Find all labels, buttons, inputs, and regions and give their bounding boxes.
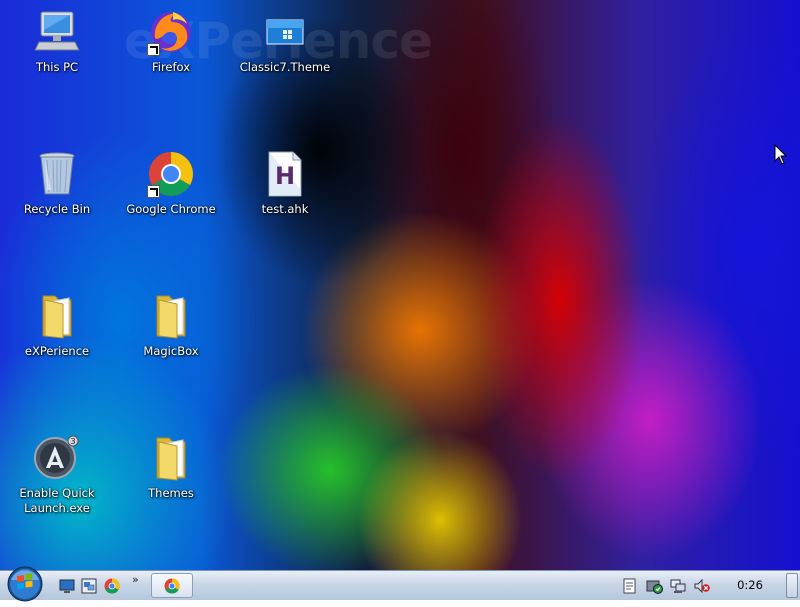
taskbar: » 0:26 (0, 566, 800, 602)
network-icon (670, 579, 686, 593)
volume-muted-icon (694, 578, 710, 594)
chrome-icon (104, 578, 120, 594)
folder-icon (147, 434, 195, 482)
quick-launch-show-desktop[interactable] (59, 578, 75, 594)
shortcut-arrow-icon (147, 43, 160, 56)
theme-file-icon (261, 8, 309, 56)
tray-network[interactable] (670, 578, 686, 594)
tray-notes[interactable] (622, 578, 638, 594)
desktop-icon-experience-folder[interactable]: eXPerience (7, 292, 107, 359)
desktop-icon-label: Google Chrome (126, 202, 216, 216)
taskbar-button-chrome[interactable] (151, 573, 193, 598)
mouse-cursor-icon (774, 144, 788, 165)
desktop-icon-label: Firefox (151, 60, 191, 74)
desktop-icon-label: MagicBox (143, 344, 199, 358)
quick-launch-exe-icon: 3 (33, 434, 81, 482)
chrome-icon (147, 150, 195, 198)
desktop-icon-enable-quick-launch[interactable]: 3 Enable Quick Launch.exe (7, 434, 107, 516)
desktop-icon-label: Classic7.Theme (239, 60, 331, 74)
desktop-icon-firefox[interactable]: Firefox (121, 8, 221, 75)
show-desktop-button[interactable] (786, 573, 798, 598)
start-orb-icon (7, 566, 43, 602)
desktop-icon-label: Themes (148, 486, 194, 500)
recycle-bin-icon (33, 150, 81, 198)
desktop-icon-classic7-theme[interactable]: Classic7.Theme (235, 8, 335, 75)
desktop-icon-label: Enable Quick Launch.exe (19, 486, 95, 515)
firefox-icon (147, 8, 195, 56)
switch-windows-icon (81, 578, 97, 594)
quick-launch-chrome[interactable] (104, 578, 120, 594)
desktop-icon-this-pc[interactable]: This PC (7, 8, 107, 75)
desktop-icon-label: eXPerience (24, 344, 90, 358)
svg-text:3: 3 (70, 437, 75, 446)
security-check-icon (646, 580, 663, 594)
shortcut-arrow-icon (147, 185, 160, 198)
quick-launch-switch-windows[interactable] (81, 578, 97, 594)
quick-launch-overflow-chevron[interactable]: » (132, 573, 139, 586)
svg-text:H: H (275, 162, 295, 190)
notes-icon (623, 578, 636, 594)
desktop-icon-label: This PC (35, 60, 79, 74)
folder-icon (33, 292, 81, 340)
desktop-icon-test-ahk[interactable]: H test.ahk (235, 150, 335, 217)
folder-icon (147, 292, 195, 340)
tray-security[interactable] (646, 578, 663, 594)
start-button[interactable] (6, 565, 44, 603)
desktop[interactable]: eXPerience This PC Firefox (0, 0, 800, 570)
desktop-icon-recycle-bin[interactable]: Recycle Bin (7, 150, 107, 217)
computer-icon (33, 8, 81, 56)
desktop-icon-label: test.ahk (261, 202, 309, 216)
chrome-icon (164, 578, 180, 593)
desktop-icon-label: Recycle Bin (23, 202, 91, 216)
desktop-icon-google-chrome[interactable]: Google Chrome (121, 150, 221, 217)
desktop-icon-themes-folder[interactable]: Themes (121, 434, 221, 501)
taskbar-clock[interactable]: 0:26 (728, 578, 772, 592)
show-desktop-icon (59, 579, 75, 593)
desktop-icon-magicbox-folder[interactable]: MagicBox (121, 292, 221, 359)
autohotkey-script-icon: H (261, 150, 309, 198)
tray-volume[interactable] (694, 578, 710, 594)
